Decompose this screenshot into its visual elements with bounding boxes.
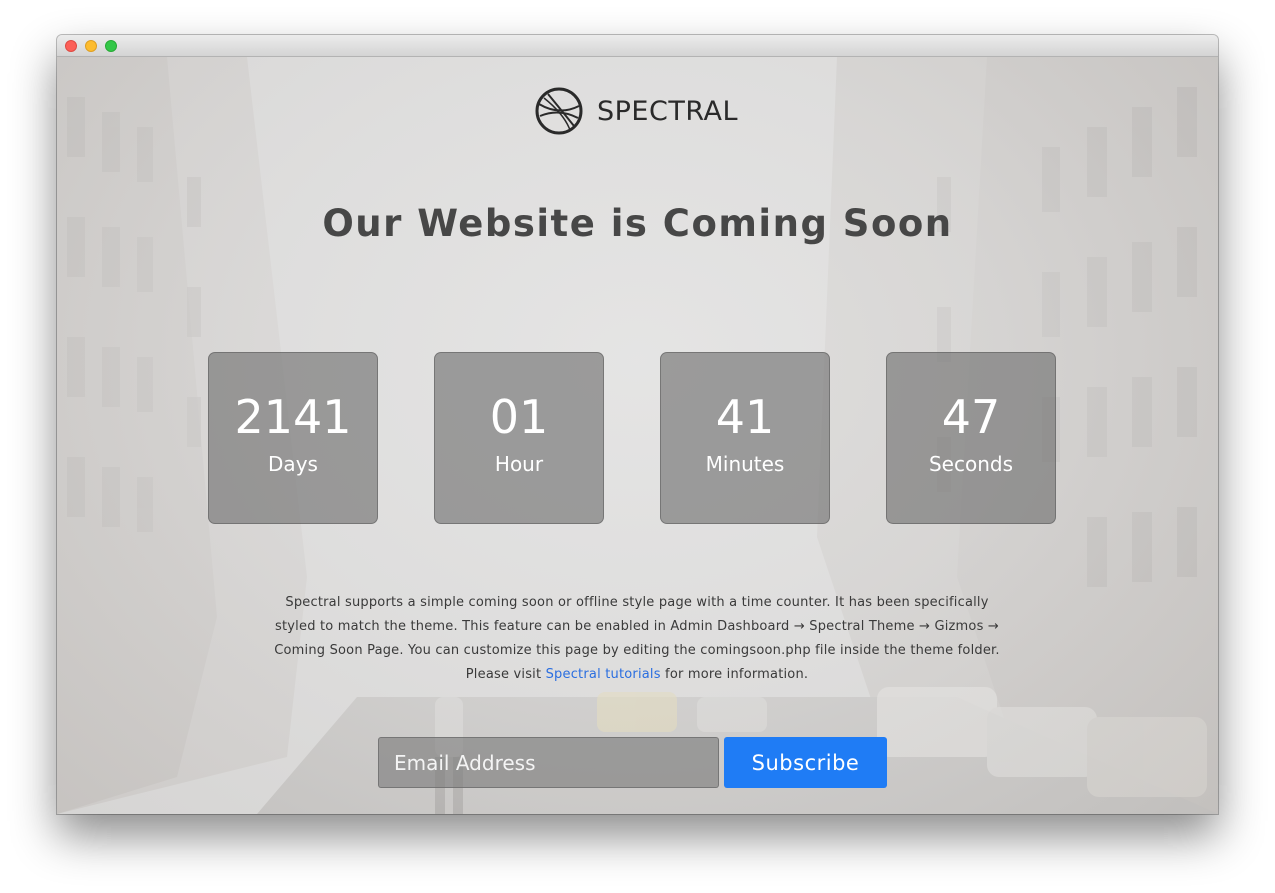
description-line-2: styled to match the theme. This feature … xyxy=(275,619,999,634)
countdown-seconds: 47 Seconds xyxy=(886,352,1056,524)
coming-soon-page: SPECTRAL Our Website is Coming Soon 2141… xyxy=(57,57,1218,814)
page-title: Our Website is Coming Soon xyxy=(322,202,953,245)
description-line-4-suffix: for more information. xyxy=(660,667,809,682)
email-field[interactable] xyxy=(378,737,719,788)
window-titlebar xyxy=(57,35,1218,57)
countdown-minutes-value: 41 xyxy=(715,390,775,444)
countdown-hours-value: 01 xyxy=(489,390,549,444)
countdown-days: 2141 Days xyxy=(208,352,378,524)
description-line-4: Please visit Spectral tutorials for more… xyxy=(237,663,1037,687)
countdown-seconds-value: 47 xyxy=(941,390,1001,444)
description-line-4-prefix: Please visit xyxy=(465,667,546,682)
countdown-minutes-label: Minutes xyxy=(705,452,785,476)
minimize-window-button[interactable] xyxy=(85,40,97,52)
countdown-hours: 01 Hour xyxy=(434,352,604,524)
subscribe-button[interactable]: Subscribe xyxy=(724,737,887,788)
spectral-logo-icon xyxy=(535,87,583,135)
browser-window: SPECTRAL Our Website is Coming Soon 2141… xyxy=(57,35,1218,814)
brand-name: SPECTRAL xyxy=(597,95,739,127)
description-line-3: Coming Soon Page. You can customize this… xyxy=(274,643,1000,658)
countdown-days-value: 2141 xyxy=(234,390,352,444)
tutorials-link[interactable]: Spectral tutorials xyxy=(546,667,661,682)
countdown-days-label: Days xyxy=(268,452,318,476)
page-description: Spectral supports a simple coming soon o… xyxy=(237,591,1037,687)
countdown-seconds-label: Seconds xyxy=(928,452,1014,476)
countdown-minutes: 41 Minutes xyxy=(660,352,830,524)
description-line-1: Spectral supports a simple coming soon o… xyxy=(285,595,989,610)
countdown-hours-label: Hour xyxy=(494,452,544,476)
close-window-button[interactable] xyxy=(65,40,77,52)
brand-logo[interactable]: SPECTRAL xyxy=(534,86,738,136)
maximize-window-button[interactable] xyxy=(105,40,117,52)
